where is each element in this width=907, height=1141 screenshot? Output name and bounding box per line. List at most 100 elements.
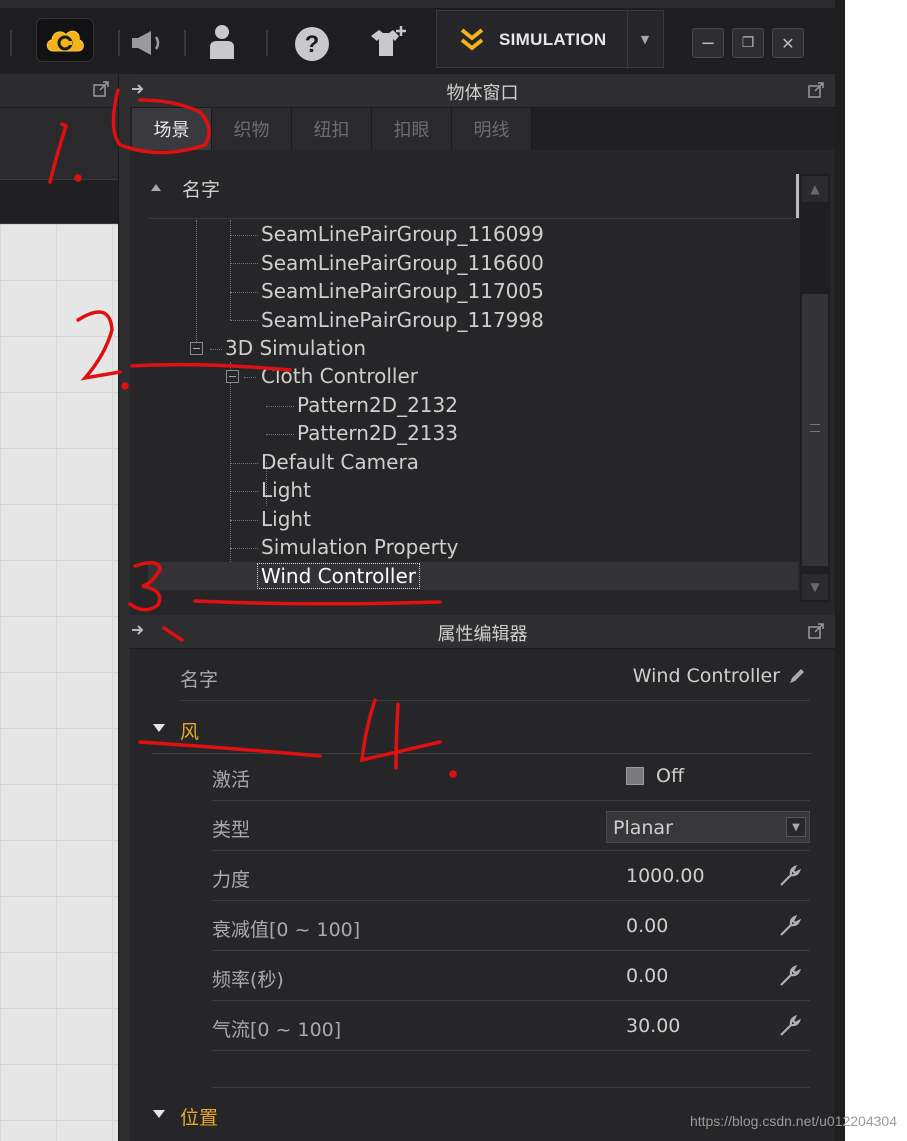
frequency-value[interactable]: 0.00 [626, 965, 668, 987]
tree-guide [230, 263, 258, 264]
help-button[interactable]: ? [292, 24, 332, 64]
wrench-icon[interactable] [778, 964, 802, 988]
tree-scrollbar[interactable]: ▲ ▼ [800, 174, 830, 602]
tab-buttonhole[interactable]: 扣眼 [372, 108, 452, 150]
minimize-button[interactable]: − [692, 28, 724, 58]
simulation-divider [627, 11, 628, 69]
sort-ascending-icon [151, 184, 161, 191]
simulation-mode-label: SIMULATION [499, 30, 607, 49]
property-editor-titlebar: 属性编辑器 [130, 615, 835, 649]
scroll-up-icon[interactable]: ▲ [802, 176, 828, 202]
add-garment-button[interactable] [366, 22, 410, 62]
viewport-panel [0, 74, 118, 1141]
restore-button[interactable]: ❐ [732, 28, 764, 58]
object-window: 物体窗口 场景 织物 纽扣 扣眼 明线 名字 SeamLinePairGroup… [130, 74, 835, 605]
tree-item[interactable]: SeamLinePairGroup_117005 [261, 277, 544, 305]
simulation-mode-button[interactable]: SIMULATION ▼ [436, 10, 664, 69]
svg-text:?: ? [305, 31, 320, 58]
popout-icon[interactable] [807, 622, 825, 640]
minimize-icon: − [700, 32, 716, 54]
tree-item[interactable]: Pattern2D_2133 [297, 419, 458, 447]
popout-icon[interactable] [92, 80, 110, 98]
prop-row-turbulence: 气流[0 ~ 100] 30.00 [212, 1001, 810, 1051]
help-icon: ? [295, 27, 329, 61]
type-select[interactable]: Planar ▼ [606, 811, 810, 843]
selected-item-label: Wind Controller [257, 563, 420, 589]
wrench-icon[interactable] [778, 914, 802, 938]
scroll-down-icon[interactable]: ▼ [802, 574, 828, 600]
tree-column-header[interactable]: 名字 [130, 150, 800, 216]
collapse-toggle[interactable] [190, 342, 203, 355]
scroll-position-marker [796, 174, 799, 218]
tree-item-light[interactable]: Light [261, 476, 311, 504]
prop-label: 频率(秒) [212, 969, 284, 991]
popout-icon[interactable] [807, 81, 825, 99]
turbulence-value[interactable]: 30.00 [626, 1015, 680, 1037]
pattern-canvas[interactable] [0, 224, 118, 1141]
force-value[interactable]: 1000.00 [626, 865, 705, 887]
tree-item[interactable]: SeamLinePairGroup_116099 [261, 220, 544, 248]
grip-icon [810, 424, 820, 432]
tab-topstitch[interactable]: 明线 [452, 108, 532, 150]
object-window-titlebar: 物体窗口 [130, 74, 835, 108]
close-button[interactable]: ✕ [772, 28, 804, 58]
add-garment-icon [371, 26, 406, 56]
prop-row-activate: 激活 Off [212, 751, 810, 801]
cloud-icon [46, 30, 84, 52]
tree-guide [230, 463, 258, 464]
tree-item-3d-simulation[interactable]: 3D Simulation [225, 334, 366, 362]
prop-label: 衰减值[0 ~ 100] [212, 919, 361, 941]
scroll-thumb[interactable] [802, 294, 828, 566]
name-row: 名字 Wind Controller [180, 653, 810, 701]
panel-splitter[interactable] [118, 74, 130, 1141]
tree-guide [230, 362, 231, 576]
decay-value[interactable]: 0.00 [626, 915, 668, 937]
activate-value: Off [656, 765, 685, 787]
cloud-button[interactable] [36, 18, 94, 62]
tree-item[interactable]: SeamLinePairGroup_117998 [261, 306, 544, 334]
type-select-value: Planar [613, 817, 673, 839]
toolbar-separator [266, 30, 268, 56]
tree-item[interactable]: SeamLinePairGroup_116600 [261, 249, 544, 277]
header-divider [148, 218, 798, 219]
property-editor-title: 属性编辑器 [437, 624, 528, 645]
tree-item-cloth-controller[interactable]: Cloth Controller [261, 362, 418, 390]
tree-guide [196, 220, 197, 342]
name-label: 名字 [180, 669, 219, 691]
scene-tree: 名字 SeamLinePairGroup_116099 SeamLinePair… [130, 150, 835, 605]
selected-tree-row[interactable] [148, 562, 798, 590]
tab-button[interactable]: 纽扣 [292, 108, 372, 150]
prop-label: 类型 [212, 819, 251, 841]
tree-item-simulation-property[interactable]: Simulation Property [261, 533, 459, 561]
wrench-icon[interactable] [778, 1014, 802, 1038]
collapse-toggle[interactable] [226, 370, 239, 383]
tab-scene[interactable]: 场景 [132, 108, 212, 150]
prop-row-frequency: 频率(秒) 0.00 [212, 951, 810, 1001]
prop-label: 气流[0 ~ 100] [212, 1019, 342, 1041]
tree-item-light[interactable]: Light [261, 505, 311, 533]
activate-checkbox[interactable] [626, 767, 644, 785]
speaker-button[interactable] [128, 26, 170, 60]
prop-label: 激活 [212, 769, 251, 791]
tree-item-default-camera[interactable]: Default Camera [261, 448, 419, 476]
wind-section-header[interactable]: 风 [152, 709, 812, 749]
tab-fabric[interactable]: 织物 [212, 108, 292, 150]
top-toolbar: ? SIMULATION ▼ − ❐ ✕ [0, 0, 835, 74]
tree-guide [230, 235, 258, 236]
mode-dropdown-arrow-icon[interactable]: ▼ [633, 31, 657, 47]
speaker-icon [132, 31, 160, 55]
tree-guide [230, 320, 258, 321]
wind-section-label: 风 [180, 721, 200, 743]
prop-row-type: 类型 Planar ▼ [212, 801, 810, 851]
tree-guide [230, 491, 258, 492]
tree-item-wind-controller[interactable]: Wind Controller [257, 562, 420, 590]
tree-guide [266, 434, 294, 435]
pencil-icon[interactable] [786, 665, 808, 687]
avatar-button[interactable] [202, 22, 242, 62]
position-section-label: 位置 [180, 1107, 219, 1129]
tree-guide [230, 548, 258, 549]
tree-header-label: 名字 [182, 179, 221, 201]
wrench-icon[interactable] [778, 864, 802, 888]
tree-item[interactable]: Pattern2D_2132 [297, 391, 458, 419]
viewport-toolbar [0, 108, 118, 180]
